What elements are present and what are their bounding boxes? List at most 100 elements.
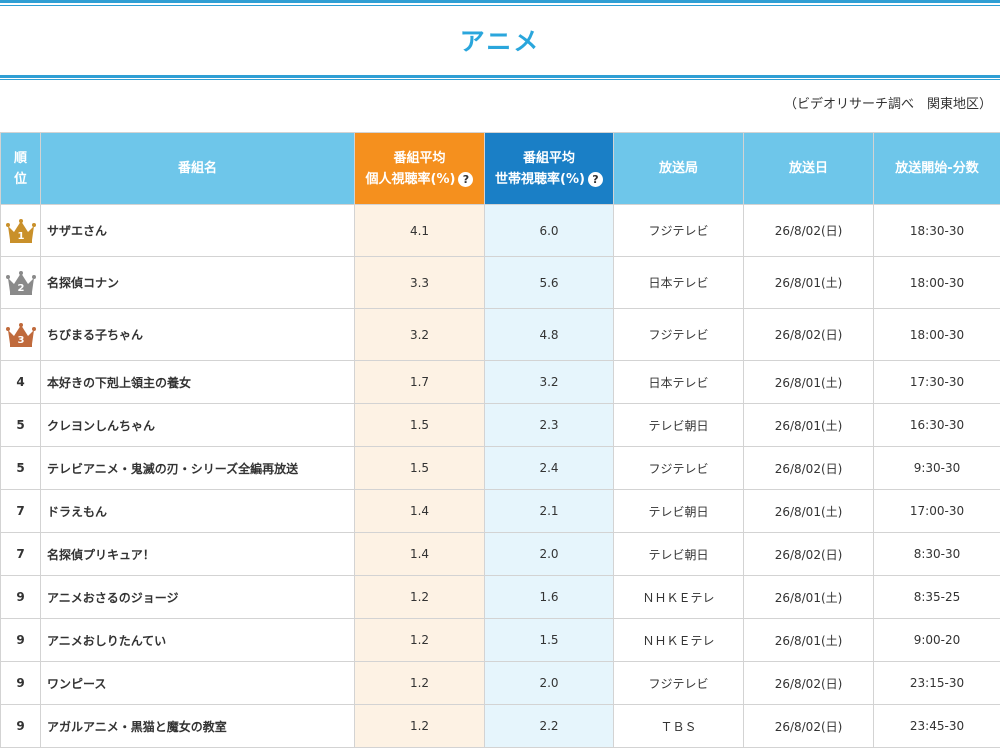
broadcast-date: 26/8/02(日): [744, 705, 874, 748]
page-header: アニメ: [0, 0, 1000, 81]
station: ＮＨＫＥテレ: [614, 619, 744, 662]
household-rating: 2.3: [485, 404, 614, 447]
broadcast-date: 26/8/01(土): [744, 361, 874, 404]
personal-rating: 3.3: [355, 257, 485, 309]
station: ＴＢＳ: [614, 705, 744, 748]
table-row: 4本好きの下剋上領主の養女1.73.2日本テレビ26/8/01(土)17:30-…: [1, 361, 1000, 404]
broadcast-time: 9:00-20: [874, 619, 1000, 662]
broadcast-date: 26/8/01(土): [744, 257, 874, 309]
program-name: 名探偵プリキュア！: [41, 533, 355, 576]
broadcast-time: 16:30-30: [874, 404, 1000, 447]
rank-cell: 9: [1, 576, 41, 619]
table-row: 9ワンピース1.22.0フジテレビ26/8/02(日)23:15-30: [1, 662, 1000, 705]
source-note: （ビデオリサーチ調べ 関東地区）: [784, 93, 992, 112]
program-name: 名探偵コナン: [41, 257, 355, 309]
household-rating: 5.6: [485, 257, 614, 309]
program-name: アニメおしりたんてい: [41, 619, 355, 662]
household-rating: 2.2: [485, 705, 614, 748]
personal-rating: 1.5: [355, 447, 485, 490]
table-row: 7ドラえもん1.42.1テレビ朝日26/8/01(土)17:00-30: [1, 490, 1000, 533]
personal-rating: 1.2: [355, 619, 485, 662]
rank-cell: 5: [1, 404, 41, 447]
table-row: 1サザエさん4.16.0フジテレビ26/8/02(日)18:30-30: [1, 205, 1000, 257]
household-rating: 3.2: [485, 361, 614, 404]
station: 日本テレビ: [614, 361, 744, 404]
table-row: 5クレヨンしんちゃん1.52.3テレビ朝日26/8/01(土)16:30-30: [1, 404, 1000, 447]
program-name: アニメおさるのジョージ: [41, 576, 355, 619]
col-date-header: 放送日: [744, 133, 874, 205]
program-name: サザエさん: [41, 205, 355, 257]
station: フジテレビ: [614, 447, 744, 490]
rank-cell: 2: [1, 257, 41, 309]
broadcast-date: 26/8/02(日): [744, 662, 874, 705]
broadcast-time: 18:00-30: [874, 309, 1000, 361]
rank-cell: 7: [1, 490, 41, 533]
col-household-header-line2: 世帯視聴率(%): [495, 172, 585, 187]
header-bottom-thin-line: [0, 79, 1000, 80]
personal-rating: 1.2: [355, 662, 485, 705]
rank-cell: 5: [1, 447, 41, 490]
col-personal-header-line1: 番組平均: [393, 151, 445, 166]
broadcast-time: 23:15-30: [874, 662, 1000, 705]
station: テレビ朝日: [614, 404, 744, 447]
rank-cell: 9: [1, 662, 41, 705]
broadcast-date: 26/8/02(日): [744, 533, 874, 576]
broadcast-date: 26/8/02(日): [744, 447, 874, 490]
broadcast-date: 26/8/02(日): [744, 309, 874, 361]
broadcast-time: 9:30-30: [874, 447, 1000, 490]
household-rating: 2.1: [485, 490, 614, 533]
rank-cell: 3: [1, 309, 41, 361]
broadcast-time: 17:00-30: [874, 490, 1000, 533]
col-rank-header-line2: 位: [14, 172, 27, 187]
personal-rating: 1.2: [355, 576, 485, 619]
personal-rating: 1.7: [355, 361, 485, 404]
table-header-row: 順 位 番組名 番組平均 個人視聴率(%)? 番組平均 世帯視聴率(%)? 放送…: [1, 133, 1000, 205]
household-rating: 4.8: [485, 309, 614, 361]
station: テレビ朝日: [614, 490, 744, 533]
broadcast-time: 18:00-30: [874, 257, 1000, 309]
household-rating: 2.0: [485, 533, 614, 576]
header-top-thin-line: [0, 5, 1000, 6]
program-name: クレヨンしんちゃん: [41, 404, 355, 447]
help-icon[interactable]: ?: [458, 172, 473, 187]
rank-cell: 9: [1, 619, 41, 662]
station: フジテレビ: [614, 309, 744, 361]
broadcast-time: 8:35-25: [874, 576, 1000, 619]
station: ＮＨＫＥテレ: [614, 576, 744, 619]
table-row: 7名探偵プリキュア！1.42.0テレビ朝日26/8/02(日)8:30-30: [1, 533, 1000, 576]
col-station-header: 放送局: [614, 133, 744, 205]
bronze-crown-icon: 3: [6, 322, 36, 348]
program-name: ちびまる子ちゃん: [41, 309, 355, 361]
table-row: 5テレビアニメ・鬼滅の刃・シリーズ全編再放送1.52.4フジテレビ26/8/02…: [1, 447, 1000, 490]
rank-cell: 1: [1, 205, 41, 257]
broadcast-time: 18:30-30: [874, 205, 1000, 257]
personal-rating: 3.2: [355, 309, 485, 361]
table-row: 9アニメおさるのジョージ1.21.6ＮＨＫＥテレ26/8/01(土)8:35-2…: [1, 576, 1000, 619]
program-name: アガルアニメ・黒猫と魔女の教室: [41, 705, 355, 748]
table-row: 9アニメおしりたんてい1.21.5ＮＨＫＥテレ26/8/01(土)9:00-20: [1, 619, 1000, 662]
header-top-line: [0, 0, 1000, 3]
program-name: テレビアニメ・鬼滅の刃・シリーズ全編再放送: [41, 447, 355, 490]
crown-rank-number: 1: [17, 231, 24, 242]
help-icon[interactable]: ?: [588, 172, 603, 187]
col-rank-header-line1: 順: [14, 151, 27, 166]
page-title: アニメ: [0, 22, 1000, 58]
col-personal-header-line2: 個人視聴率(%): [366, 172, 456, 187]
col-personal-rating-header: 番組平均 個人視聴率(%)?: [355, 133, 485, 205]
rank-cell: 4: [1, 361, 41, 404]
ratings-table: 順 位 番組名 番組平均 個人視聴率(%)? 番組平均 世帯視聴率(%)? 放送…: [0, 132, 1000, 748]
col-rank-header: 順 位: [1, 133, 41, 205]
household-rating: 2.0: [485, 662, 614, 705]
header-bottom-line: [0, 75, 1000, 78]
household-rating: 1.5: [485, 619, 614, 662]
household-rating: 1.6: [485, 576, 614, 619]
gold-crown-icon: 1: [6, 218, 36, 244]
broadcast-date: 26/8/02(日): [744, 205, 874, 257]
col-household-rating-header: 番組平均 世帯視聴率(%)?: [485, 133, 614, 205]
silver-crown-icon: 2: [6, 270, 36, 296]
col-name-header: 番組名: [41, 133, 355, 205]
personal-rating: 1.2: [355, 705, 485, 748]
station: 日本テレビ: [614, 257, 744, 309]
station: フジテレビ: [614, 662, 744, 705]
station: テレビ朝日: [614, 533, 744, 576]
